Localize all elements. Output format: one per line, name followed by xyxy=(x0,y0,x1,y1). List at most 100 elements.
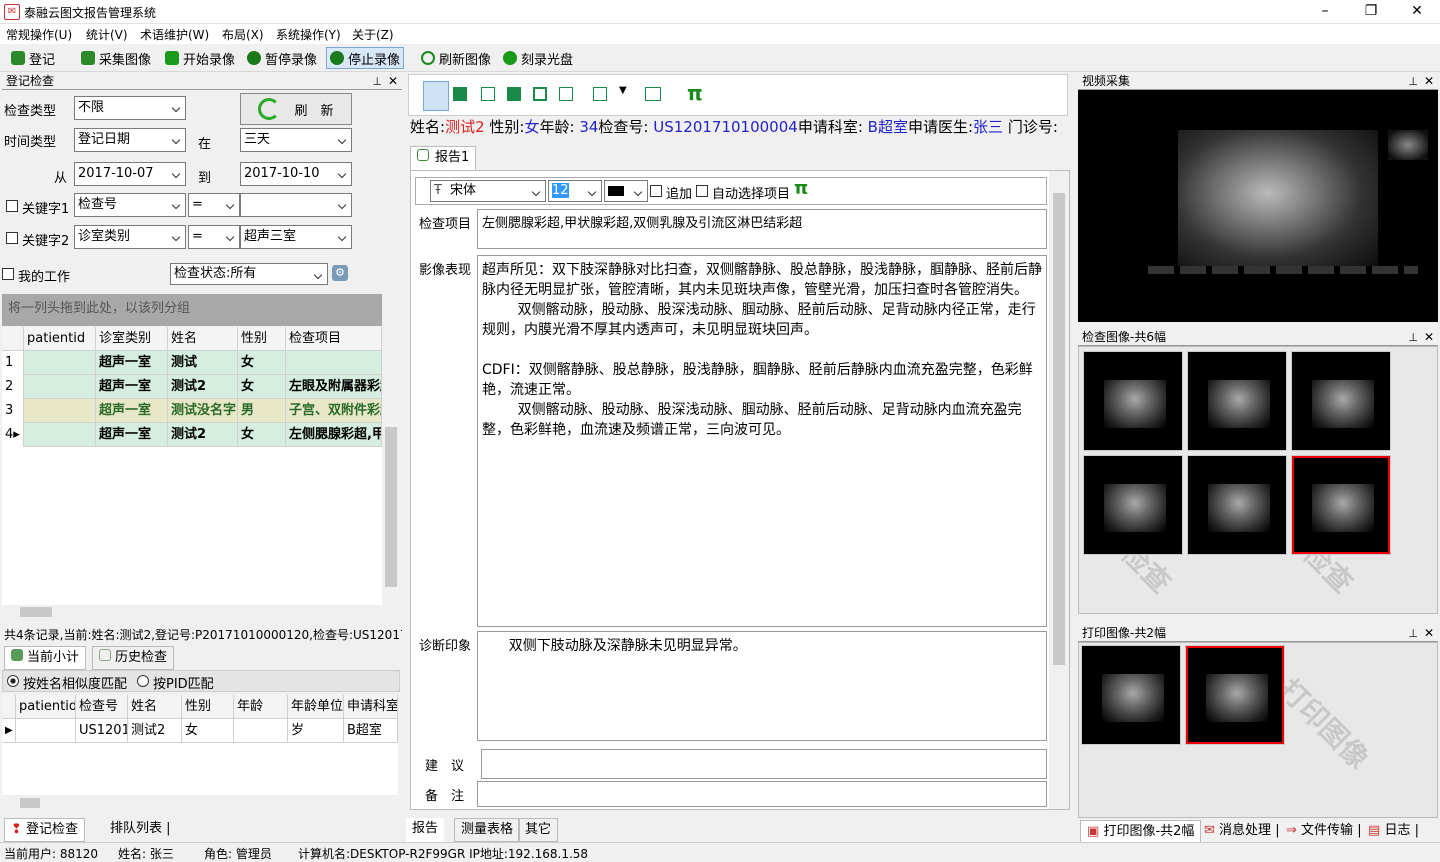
keyword1-value-select[interactable] xyxy=(240,193,352,217)
keyword2-value-select[interactable]: 超声三室 xyxy=(240,225,352,249)
table-row[interactable]: 2 超声一室 测试2 女 左眼及附属器彩超 xyxy=(2,375,382,399)
pin-icon[interactable]: ⊥ xyxy=(372,74,382,89)
minimize-button[interactable]: – xyxy=(1302,0,1348,24)
panel-close-icon[interactable]: ✕ xyxy=(1424,626,1434,641)
time-type-select[interactable]: 登记日期 xyxy=(74,128,186,152)
font-color-select[interactable] xyxy=(604,180,648,202)
menu-about[interactable]: 关于(Z) xyxy=(352,26,394,43)
tab-report1[interactable]: 报告1 xyxy=(410,146,477,170)
auto-select-checkbox[interactable] xyxy=(696,185,708,197)
col-patientid[interactable]: patientid xyxy=(24,327,96,351)
settings-icon[interactable]: ⚙ xyxy=(332,265,348,281)
from-date-input[interactable]: 2017-10-07 xyxy=(74,162,186,186)
table-row-selected[interactable]: 4▸ 超声一室 测试2 女 左侧腮腺彩超,甲 xyxy=(2,423,382,447)
menu-layout[interactable]: 布局(X) xyxy=(222,26,264,43)
match-by-pid-radio[interactable] xyxy=(137,675,149,687)
col-room[interactable]: 诊室类别 xyxy=(96,327,168,351)
print-thumbnail-selected[interactable] xyxy=(1185,645,1285,745)
menu-stats[interactable]: 统计(V) xyxy=(86,26,128,43)
keyword2-checkbox[interactable] xyxy=(6,232,18,244)
table-row[interactable]: 3 超声一室 测试没名字 男 子宫、双附件彩超 xyxy=(2,399,382,423)
keyword1-field-select[interactable]: 检查号 xyxy=(74,193,186,217)
start-record-button[interactable]: 开始录像 xyxy=(162,47,238,69)
tab-file-transfer[interactable]: ⇒ 文件传输 | xyxy=(1280,820,1368,844)
pin-icon[interactable]: ⊥ xyxy=(1408,74,1418,89)
match-by-name-radio[interactable] xyxy=(7,675,19,687)
tab-measure-table[interactable]: 测量表格 xyxy=(454,818,521,842)
exam-type-select[interactable]: 不限 xyxy=(74,96,186,120)
tab-current-subtotal[interactable]: 当前小计 xyxy=(4,646,87,670)
hcol-dept[interactable]: 申请科室 xyxy=(344,695,398,719)
col-sex[interactable]: 性别 xyxy=(238,327,286,351)
advice-field[interactable] xyxy=(481,749,1047,779)
video-preview[interactable] xyxy=(1078,90,1438,322)
tab-report[interactable]: 报告 xyxy=(406,818,445,842)
table-row[interactable]: ▶ US1201 测试2 女 岁 B超室 xyxy=(2,719,398,743)
burn-disc-button[interactable]: 刻录光盘 xyxy=(500,47,576,69)
tab-history[interactable]: 历史检查 xyxy=(92,646,175,670)
finding-field[interactable]: 超声所见：双下肢深静脉对比扫查，双侧髂静脉、股总静脉，股浅静脉，腘静脉、胫前后静… xyxy=(477,255,1047,627)
refresh-image-button[interactable]: 刷新图像 xyxy=(418,47,494,69)
diagnosis-field[interactable]: 双侧下肢动脉及深静脉未见明显异常。 xyxy=(477,631,1047,741)
capture-image-button[interactable]: 采集图像 xyxy=(78,47,154,69)
refresh-button[interactable]: 刷 新 xyxy=(240,93,352,125)
col-name[interactable]: 姓名 xyxy=(168,327,238,351)
exam-item-field[interactable]: 左侧腮腺彩超,甲状腺彩超,双侧乳腺及引流区淋巴结彩超 xyxy=(477,209,1047,249)
font-select[interactable]: Ŧ 宋体 xyxy=(430,180,546,202)
exam-thumbnail-selected[interactable] xyxy=(1291,455,1391,555)
exam-thumbnail[interactable] xyxy=(1083,455,1183,555)
hcol-name[interactable]: 姓名 xyxy=(128,695,182,719)
hcol-ageunit[interactable]: 年龄单位 xyxy=(288,695,344,719)
group-by-area[interactable]: 将一列头拖到此处，以该列分组 xyxy=(2,294,382,326)
save-icon[interactable] xyxy=(453,87,467,101)
print-icon[interactable] xyxy=(507,87,521,101)
panel-close-icon[interactable]: ✕ xyxy=(1424,74,1434,89)
exam-thumbnail[interactable] xyxy=(1083,351,1183,451)
report-vscrollbar[interactable] xyxy=(1049,171,1069,809)
exam-thumbnail[interactable] xyxy=(1187,455,1287,555)
keyword2-field-select[interactable]: 诊室类别 xyxy=(74,225,186,249)
grid-vscrollbar[interactable] xyxy=(384,327,398,605)
print-thumbnail[interactable] xyxy=(1081,645,1181,745)
hcol-examno[interactable]: 检查号 xyxy=(76,695,128,719)
maximize-button[interactable]: ❐ xyxy=(1348,0,1394,24)
keyword1-op-select[interactable]: = xyxy=(188,193,240,217)
table-icon[interactable] xyxy=(645,87,661,101)
formula-icon[interactable]: π xyxy=(794,178,808,199)
panel-close-icon[interactable]: ✕ xyxy=(388,74,398,89)
hcol-age[interactable]: 年龄 xyxy=(234,695,288,719)
status-filter-select[interactable]: 检查状态:所有 xyxy=(170,263,328,285)
hcol-sex[interactable]: 性别 xyxy=(182,695,234,719)
tab-register-exam[interactable]: ❢ 登记检查 xyxy=(4,818,86,842)
hcol-patientid[interactable]: patientid xyxy=(16,695,76,719)
tab-other[interactable]: 其它 xyxy=(518,818,559,842)
tab-log[interactable]: ▤ 日志 | xyxy=(1362,820,1425,844)
register-button[interactable]: 登记 xyxy=(8,47,58,69)
pause-record-button[interactable]: 暂停录像 xyxy=(244,47,320,69)
exam-thumbnail[interactable] xyxy=(1187,351,1287,451)
keyword2-op-select[interactable]: = xyxy=(188,225,240,249)
to-date-input[interactable]: 2017-10-10 xyxy=(240,162,352,186)
grid-hscrollbar[interactable] xyxy=(2,605,382,619)
layout-icon[interactable] xyxy=(559,87,573,101)
table-row[interactable]: 1 超声一室 测试 女 xyxy=(2,351,382,375)
menu-routine[interactable]: 常规操作(U) xyxy=(6,26,72,43)
history-hscrollbar[interactable] xyxy=(2,796,398,810)
append-checkbox[interactable] xyxy=(650,185,662,197)
menu-system[interactable]: 系统操作(Y) xyxy=(276,26,341,43)
formula-icon[interactable]: π xyxy=(687,81,703,105)
my-work-checkbox[interactable] xyxy=(2,268,14,280)
calendar-icon[interactable] xyxy=(533,87,547,101)
exam-thumbnail[interactable] xyxy=(1291,351,1391,451)
tab-messages[interactable]: ✉ 消息处理 | xyxy=(1198,820,1286,844)
template-icon[interactable] xyxy=(593,87,607,101)
template-dropdown-icon[interactable]: ▼ xyxy=(619,85,627,96)
tab-print-images[interactable]: ▣ 打印图像-共2幅 xyxy=(1080,820,1202,844)
tab-queue-list[interactable]: 排队列表 | xyxy=(104,818,177,842)
remark-field[interactable] xyxy=(477,781,1047,807)
stop-record-button[interactable]: 停止录像 xyxy=(326,47,405,69)
edit-report-button[interactable] xyxy=(423,81,449,111)
print-preview-icon[interactable] xyxy=(481,87,495,101)
menu-terms[interactable]: 术语维护(W) xyxy=(140,26,209,43)
pin-icon[interactable]: ⊥ xyxy=(1408,330,1418,345)
